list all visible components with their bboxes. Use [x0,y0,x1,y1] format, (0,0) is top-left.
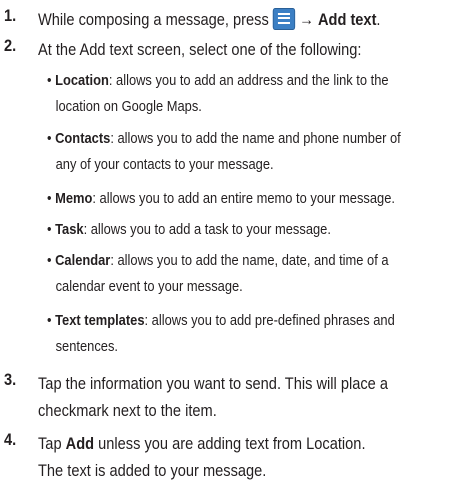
arrow-icon: → [299,10,314,29]
instruction-page: 1. While composing a message, press → Ad… [0,0,473,490]
step-bold-term: Add text [317,10,377,29]
menu-key-icon [272,7,296,30]
step-text: While composing a message, press → Add t… [38,6,416,33]
option-contacts: • Contacts: allows you to add the name a… [47,130,401,173]
option-calendar: • Calendar: allows you to add the name, … [47,252,389,295]
option-task: • Task: allows you to add a task to your… [47,221,331,238]
option-text-templates: • Text templates: allows you to add pre-… [47,312,395,355]
step-text: Tap the information you want to send. Th… [38,374,388,420]
step-bold-term: Add [65,434,95,453]
step-text: Tap Add unless you are adding text from … [38,434,366,480]
step-text: At the Add text screen, select one of th… [38,40,362,59]
step-number: 3. [4,370,17,389]
step-number: 2. [4,36,17,55]
option-memo: • Memo: allows you to add an entire memo… [47,190,395,207]
step-number: 4. [4,430,17,449]
option-location: • Location: allows you to add an address… [47,72,389,115]
step-number: 1. [4,6,17,25]
